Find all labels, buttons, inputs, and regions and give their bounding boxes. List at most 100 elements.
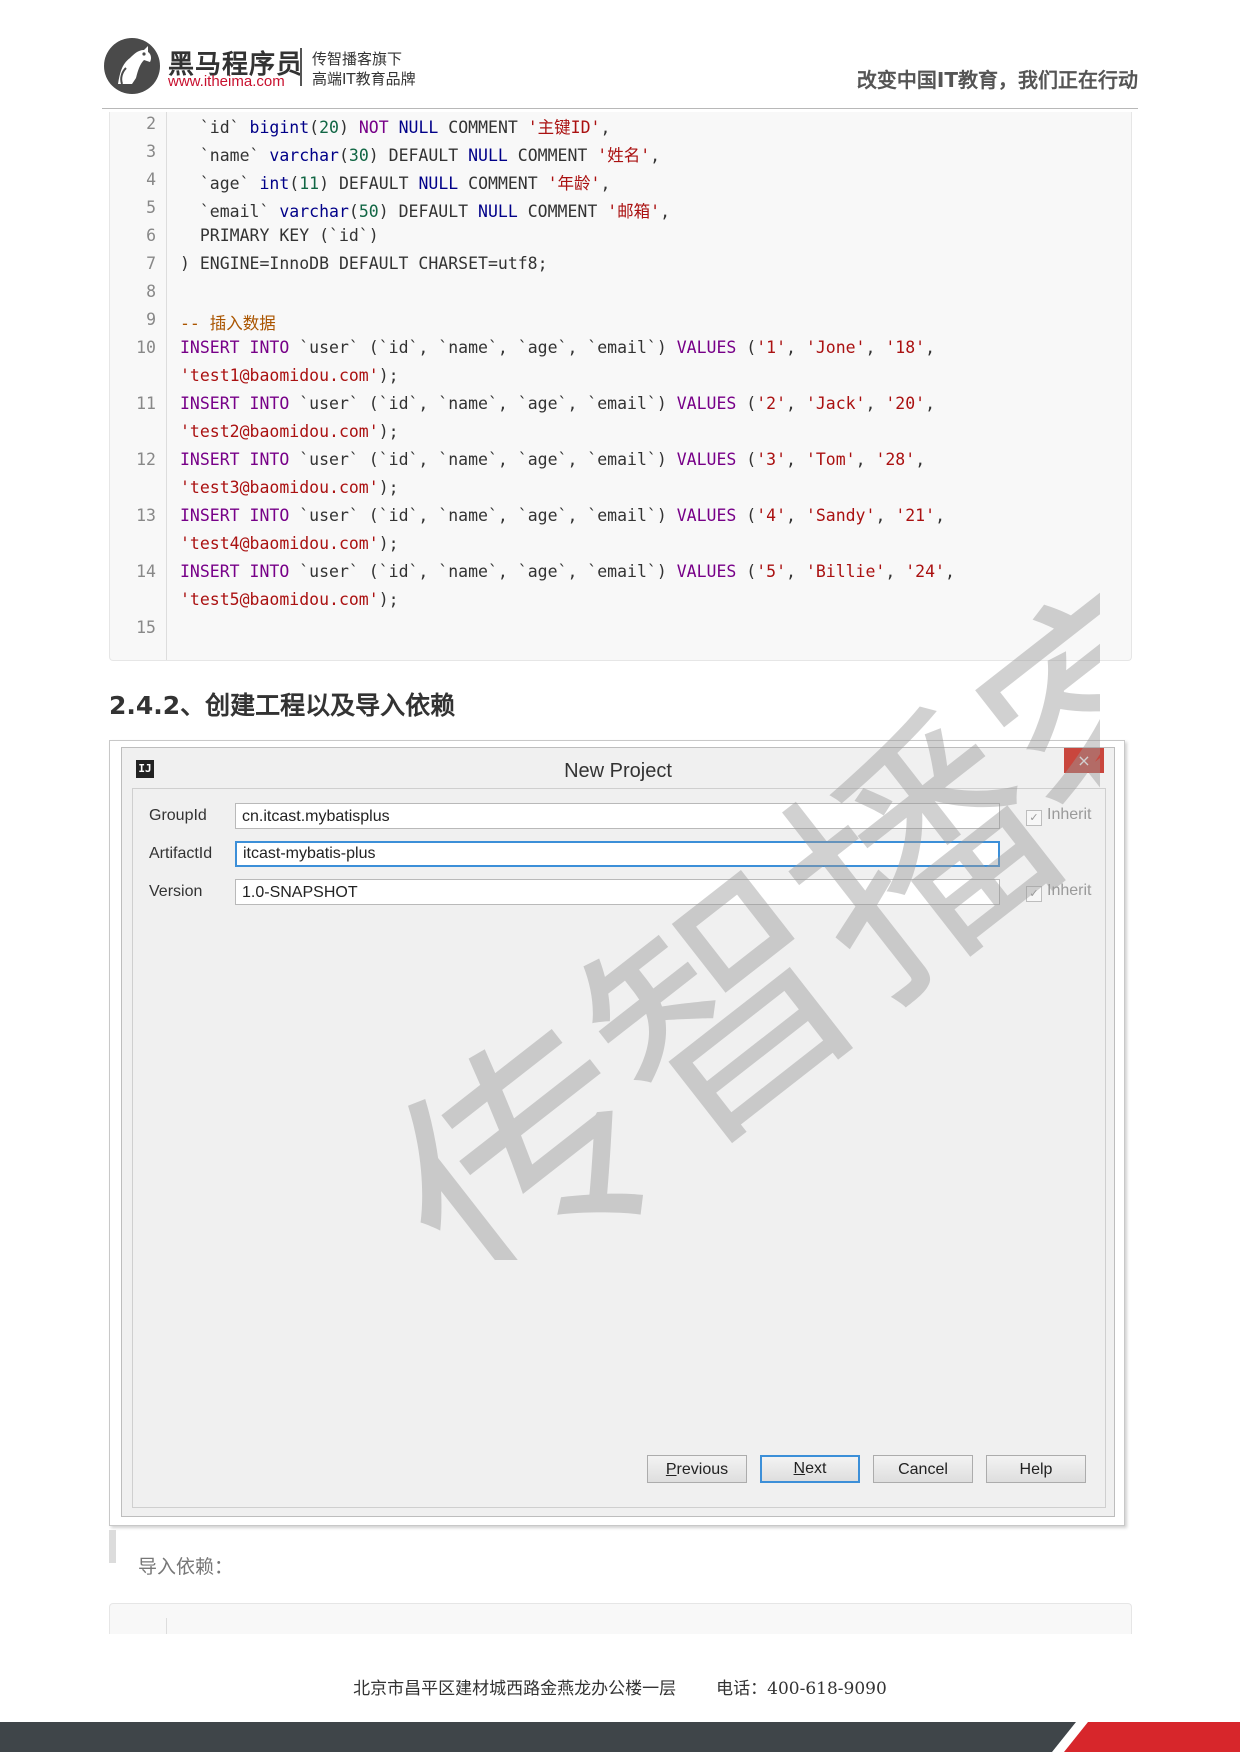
previous-label: revious xyxy=(676,1461,729,1478)
code-token: PRIMARY KEY (`id`) xyxy=(180,226,379,245)
code-line: `email` varchar(50) DEFAULT NULL COMMENT… xyxy=(180,198,670,222)
section-heading: 2.4.2、创建工程以及导入依赖 xyxy=(109,691,456,720)
dialog-form-panel: GroupId cn.itcast.mybatisplus ✓ Inherit A… xyxy=(132,788,1106,1508)
code-token: `user` (`id`, `name`, `age`, `email`) xyxy=(289,338,677,357)
code-token: , xyxy=(945,562,955,581)
checkbox-checked-icon: ✓ xyxy=(1026,886,1042,902)
brand-url[interactable]: www.itheima.com xyxy=(168,73,285,90)
code-line: INSERT INTO `user` (`id`, `name`, `age`,… xyxy=(180,562,955,581)
help-button[interactable]: Help xyxy=(986,1455,1086,1483)
code-token: ( xyxy=(736,562,757,581)
code-token: , xyxy=(925,338,936,357)
code-token: , xyxy=(600,174,611,193)
code-token: '姓名' xyxy=(597,146,651,165)
version-input[interactable]: 1.0-SNAPSHOT xyxy=(235,879,1000,905)
code-token: -- 插入数据 xyxy=(180,314,276,333)
code-token: `email` xyxy=(180,202,280,221)
code-token: INTO xyxy=(249,506,290,525)
code-token: `user` (`id`, `name`, `age`, `email`) xyxy=(289,562,677,581)
code-token: , xyxy=(935,506,945,525)
code-token: '3' xyxy=(756,450,787,469)
dependency-code-block xyxy=(109,1603,1132,1634)
version-inherit-checkbox[interactable]: ✓ Inherit xyxy=(1026,882,1091,902)
previous-button[interactable]: Previous xyxy=(647,1455,747,1483)
code-token: , xyxy=(786,450,806,469)
code-token: 'Jone' xyxy=(805,338,866,357)
code-token: ) ENGINE=InnoDB DEFAULT CHARSET=utf8; xyxy=(180,254,548,273)
code-token: '邮箱' xyxy=(607,202,661,221)
code-token: int xyxy=(259,174,290,193)
code-token: NOT xyxy=(358,118,389,137)
code-token: , xyxy=(885,562,906,581)
line-number: 15 xyxy=(136,618,156,637)
page-header: 黑马程序员 www.itheima.com 传智播客旗下 高端IT教育品牌 改变… xyxy=(0,0,1240,110)
code-token: ); xyxy=(378,478,399,497)
code-token: ( xyxy=(736,506,757,525)
code-token: VALUES xyxy=(676,450,737,469)
code-token: 30 xyxy=(348,146,369,165)
brand-divider xyxy=(300,48,302,86)
brand-subtitle-2: 高端IT教育品牌 xyxy=(312,70,416,88)
code-token: varchar xyxy=(269,146,339,165)
code-token: '20' xyxy=(885,394,926,413)
code-token: , xyxy=(855,450,876,469)
code-token: '主键ID' xyxy=(527,118,601,137)
code-token: , xyxy=(865,394,886,413)
code-token: , xyxy=(650,146,661,165)
code-token: ); xyxy=(378,590,399,609)
new-project-dialog: IJ New Project × GroupId cn.itcast.mybat… xyxy=(121,747,1115,1517)
code-token: , xyxy=(915,450,926,469)
code-token: 'test4@baomidou.com' xyxy=(180,534,379,553)
code-token: , xyxy=(786,394,806,413)
group-inherit-checkbox[interactable]: ✓ Inherit xyxy=(1026,806,1091,826)
brand-subtitle-1: 传智播客旗下 xyxy=(312,50,403,68)
code-token: 'Sandy' xyxy=(805,506,876,525)
code-token: INSERT xyxy=(180,506,240,525)
line-number: 13 xyxy=(136,506,156,525)
code-line: INSERT INTO `user` (`id`, `name`, `age`,… xyxy=(180,450,925,469)
artifact-id-input[interactable]: itcast-mybatis-plus xyxy=(235,841,1000,867)
code-line: 'test5@baomidou.com'); xyxy=(180,590,399,609)
code-token: '5' xyxy=(756,562,787,581)
code-token: '18' xyxy=(885,338,926,357)
code-line: 'test3@baomidou.com'); xyxy=(180,478,399,497)
line-number: 5 xyxy=(146,198,156,217)
new-project-screenshot: IJ New Project × GroupId cn.itcast.mybat… xyxy=(109,740,1125,1526)
next-button[interactable]: Next xyxy=(760,1455,860,1483)
code-line: 'test4@baomidou.com'); xyxy=(180,534,399,553)
footer-contact: 北京市昌平区建材城西路金燕龙办公楼一层 电话：400-618-9090 xyxy=(0,1674,1240,1699)
header-slogan: 改变中国IT教育，我们正在行动 xyxy=(856,68,1138,92)
code-token: 'test1@baomidou.com' xyxy=(180,366,379,385)
code-token: VALUES xyxy=(676,338,737,357)
code-token: VALUES xyxy=(676,506,737,525)
close-icon[interactable]: × xyxy=(1064,748,1104,773)
code-token: ( xyxy=(309,118,320,137)
cancel-button[interactable]: Cancel xyxy=(873,1455,973,1483)
code-token: 50 xyxy=(358,202,379,221)
code-token: ) DEFAULT xyxy=(378,202,479,221)
code-token: '24' xyxy=(905,562,945,581)
code-line: -- 插入数据 xyxy=(180,310,276,334)
code-token: `name` xyxy=(180,146,270,165)
line-number: 9 xyxy=(146,310,156,329)
code-token: NULL xyxy=(418,174,459,193)
code-token: ); xyxy=(378,422,399,441)
code-token: 'test5@baomidou.com' xyxy=(180,590,379,609)
code-token: ( xyxy=(736,450,757,469)
code-line: INSERT INTO `user` (`id`, `name`, `age`,… xyxy=(180,394,935,413)
code-token: bigint xyxy=(249,118,310,137)
code-token: ); xyxy=(378,534,399,553)
code-token: INSERT xyxy=(180,394,240,413)
code-token: ( xyxy=(338,146,349,165)
code-line: ) ENGINE=InnoDB DEFAULT CHARSET=utf8; xyxy=(180,254,548,273)
code-token: `user` (`id`, `name`, `age`, `email`) xyxy=(289,394,677,413)
dialog-title: New Project xyxy=(564,760,672,782)
quote-bar xyxy=(109,1530,116,1563)
code-token: VALUES xyxy=(676,562,737,581)
group-id-input[interactable]: cn.itcast.mybatisplus xyxy=(235,803,1000,829)
code-token: `age` xyxy=(180,174,260,193)
code-token: '1' xyxy=(756,338,787,357)
